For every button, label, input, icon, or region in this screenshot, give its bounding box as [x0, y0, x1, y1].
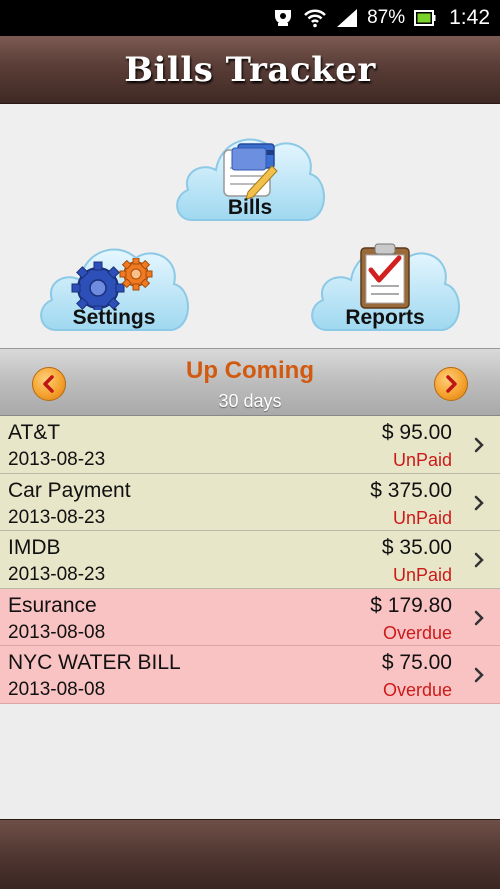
clipboard-checklist-icon [360, 243, 410, 309]
bill-name: Car Payment [8, 478, 131, 502]
chevron-right-icon [474, 610, 484, 625]
bill-row[interactable]: Esurance $ 179.80 2013-08-08 Overdue [0, 588, 500, 646]
chevron-right-icon [474, 495, 484, 510]
main-menu: Bills Settings Reports [0, 104, 500, 348]
bill-list: AT&T $ 95.00 2013-08-23 UnPaid Car Payme… [0, 416, 500, 704]
settings-label: Settings [72, 306, 156, 329]
bill-due-date: 2013-08-08 [8, 621, 106, 643]
bill-due-date: 2013-08-23 [8, 506, 106, 528]
gears-icon [71, 258, 153, 310]
bills-label: Bills [227, 196, 273, 219]
bill-status: UnPaid [392, 565, 452, 585]
bill-due-date: 2013-08-23 [8, 449, 106, 470]
bottom-bar [0, 819, 500, 889]
chevron-right-icon [474, 437, 484, 453]
bill-due-date: 2013-08-23 [8, 564, 106, 585]
chevron-right-icon [474, 667, 484, 683]
battery-percentage: 87% [367, 7, 406, 28]
battery-icon [413, 7, 437, 29]
title-bar: Bills Tracker [0, 36, 500, 104]
upcoming-title: Up Coming [186, 357, 314, 384]
bill-name: AT&T [8, 421, 61, 444]
reports-label: Reports [345, 306, 425, 329]
clock: 1:42 [449, 6, 490, 29]
bill-row[interactable]: AT&T $ 95.00 2013-08-23 UnPaid [0, 416, 500, 474]
status-bar: 87% 1:42 [0, 0, 500, 36]
chevron-right-icon [474, 552, 484, 568]
upcoming-header: Up Coming 30 days [0, 348, 500, 416]
bill-amount: $ 35.00 [381, 536, 452, 559]
notification-icon [271, 7, 295, 29]
signal-icon [335, 7, 359, 29]
bill-amount: $ 375.00 [370, 478, 452, 502]
chevron-right-icon [446, 375, 457, 393]
bill-amount: $ 95.00 [381, 421, 452, 444]
bill-status: Overdue [382, 680, 452, 700]
bill-status: UnPaid [392, 450, 452, 470]
next-period-button[interactable] [434, 367, 468, 401]
bill-row[interactable]: IMDB $ 35.00 2013-08-23 UnPaid [0, 531, 500, 589]
bill-due-date: 2013-08-08 [8, 679, 106, 700]
wifi-icon [303, 7, 327, 29]
bill-amount: $ 75.00 [381, 651, 452, 674]
reports-button[interactable]: Reports [305, 234, 465, 336]
bill-name: IMDB [8, 536, 61, 559]
bills-button[interactable]: Bills [170, 124, 330, 226]
bill-row[interactable]: NYC WATER BILL $ 75.00 2013-08-08 Overdu… [0, 646, 500, 704]
bill-row[interactable]: Car Payment $ 375.00 2013-08-23 UnPaid [0, 473, 500, 531]
app-title: Bills Tracker [124, 49, 376, 90]
bill-status: UnPaid [392, 507, 452, 528]
bill-amount: $ 179.80 [370, 593, 452, 617]
bill-status: Overdue [382, 622, 452, 643]
upcoming-range: 30 days [218, 391, 282, 411]
bills-icon [223, 143, 278, 200]
bill-name: Esurance [8, 593, 97, 617]
settings-button[interactable]: Settings [34, 234, 194, 336]
bill-name: NYC WATER BILL [8, 651, 181, 674]
